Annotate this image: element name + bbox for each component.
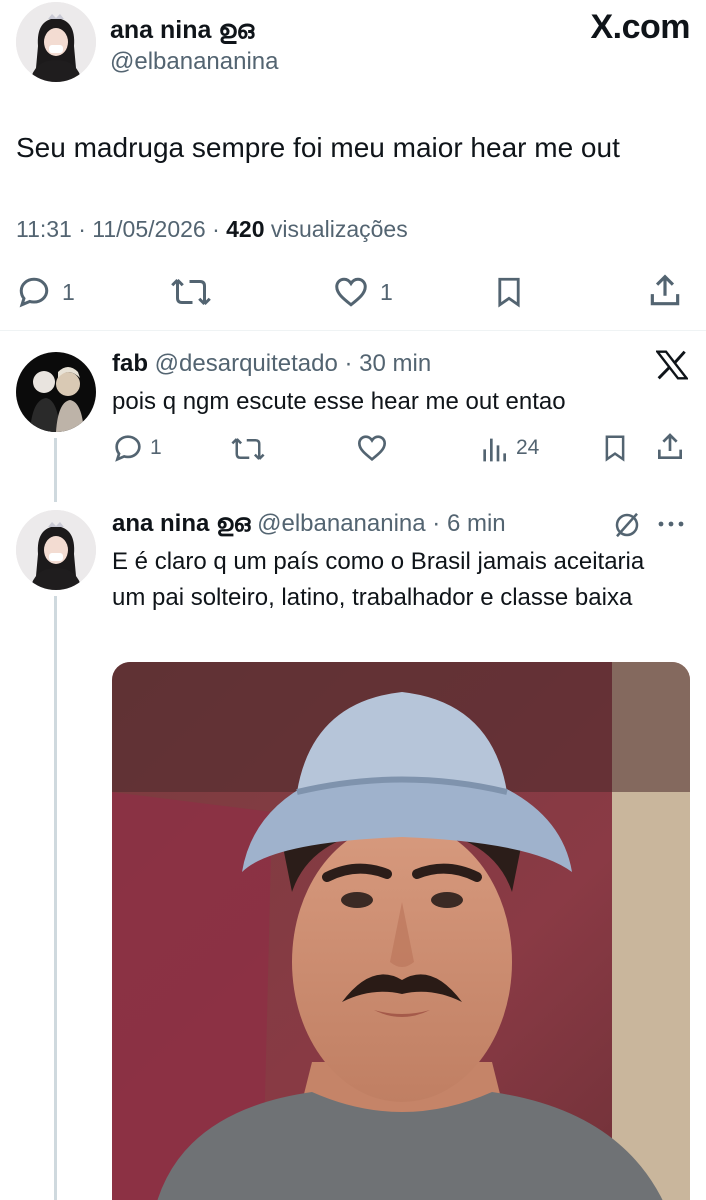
reply-header: fab @desarquitetado · 30 min (112, 350, 431, 378)
views-count: 24 (516, 436, 540, 459)
avatar[interactable] (16, 352, 96, 432)
thread-line (54, 596, 57, 1200)
tweet-media-image[interactable] (112, 662, 690, 1200)
divider (0, 330, 706, 331)
main-tweet-header: ana nina ഉഒ @elbanananina X.com (16, 2, 690, 86)
bookmark-button[interactable] (600, 432, 630, 464)
views-count: 420 (226, 216, 265, 242)
bookmark-icon (498, 277, 520, 308)
views-button[interactable]: 24 (480, 432, 539, 464)
retweet-button[interactable] (170, 274, 212, 310)
reply-text: pois q ngm escute esse hear me out entao (112, 388, 566, 415)
no-reply-icon[interactable] (612, 510, 642, 540)
like-button[interactable] (356, 432, 388, 464)
share-icon (650, 274, 680, 306)
reply-icon (115, 435, 141, 462)
reply-count: 1 (150, 436, 162, 459)
brand-watermark: X.com (590, 8, 690, 46)
share-button[interactable] (654, 430, 686, 464)
like-icon (335, 277, 367, 307)
tweet-actions: 1 1 (16, 272, 690, 312)
avatar[interactable] (16, 510, 96, 590)
like-count: 1 (380, 278, 393, 305)
reply-button[interactable]: 1 (16, 274, 75, 310)
retweet-button[interactable] (230, 434, 266, 464)
reply-author-name[interactable]: fab (112, 350, 148, 377)
retweet-icon (231, 438, 265, 460)
tweet-timestamp[interactable]: 11:31 · 11/05/2026 · (16, 216, 226, 242)
tweet-meta: 11:31 · 11/05/2026 · 420 visualizações (16, 216, 408, 243)
share-icon (658, 433, 682, 459)
like-icon (357, 435, 387, 462)
reply-author-name[interactable]: ana nina ഉഒ (112, 510, 250, 537)
reply-header: ana nina ഉഒ @elbanananina · 6 min (112, 510, 506, 538)
like-button[interactable]: 1 (332, 274, 393, 310)
author-name[interactable]: ana nina ഉഒ (110, 16, 254, 45)
share-button[interactable] (646, 272, 684, 310)
retweet-icon (171, 278, 211, 306)
reply-button[interactable]: 1 (112, 432, 162, 464)
views-icon (483, 438, 506, 462)
more-icon[interactable] (656, 518, 686, 530)
reply-icon (19, 277, 49, 308)
reply-text: E é claro q um país como o Brasil jamais… (112, 548, 645, 611)
thread-line (54, 438, 57, 502)
reply-handle-time[interactable]: @elbanananina · 6 min (257, 510, 506, 537)
reply-count: 1 (62, 278, 75, 305)
reply-handle-time[interactable]: @desarquitetado · 30 min (155, 350, 432, 377)
bookmark-button[interactable] (492, 274, 526, 310)
bookmark-icon (605, 435, 625, 462)
author-handle[interactable]: @elbanananina (110, 48, 279, 76)
views-label: visualizações (264, 216, 408, 242)
avatar[interactable] (16, 2, 96, 82)
x-logo-icon (656, 350, 688, 380)
tweet-text: Seu madruga sempre foi meu maior hear me… (16, 132, 620, 163)
